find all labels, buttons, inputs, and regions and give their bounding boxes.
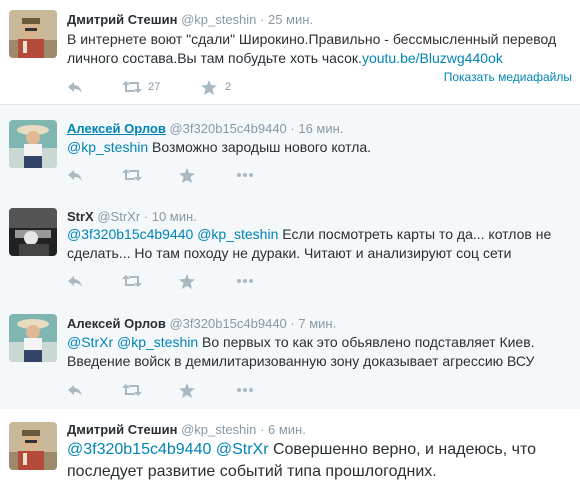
favorite-count: 2 <box>225 81 232 93</box>
tweet-text: В интернете воют "сдали" Широкино.Правил… <box>67 30 572 68</box>
author-handle[interactable]: @StrXr <box>97 209 140 224</box>
tweet-timestamp[interactable]: · 25 мин. <box>260 12 313 27</box>
author-handle[interactable]: @3f320b15c4b9440 <box>169 316 286 331</box>
reply-icon <box>68 276 82 287</box>
tweet[interactable]: Алексей Орлов @3f320b15c4b9440 · 7 мин. … <box>0 300 580 409</box>
retweet-icon <box>122 384 142 396</box>
tweet-text: @3f320b15c4b9440 @kp_steshin Если посмот… <box>67 225 572 263</box>
retweet-icon <box>122 169 142 181</box>
reply-icon <box>68 82 82 93</box>
tweet-timestamp[interactable]: · 16 мин. <box>290 121 343 136</box>
mention-link[interactable]: @kp_steshin <box>197 226 278 242</box>
author-name[interactable]: Дмитрий Стешин <box>67 422 177 437</box>
tweet-focused[interactable]: Дмитрий Стешин @kp_steshin · 6 мин. @3f3… <box>0 409 580 490</box>
tweet-text: @kp_steshin Возможно зародыш нового котл… <box>67 138 572 157</box>
author-name[interactable]: Дмитрий Стешин <box>67 12 177 27</box>
more-dots-icon <box>237 173 253 177</box>
avatar[interactable] <box>9 208 57 256</box>
tweet-actions <box>67 166 267 184</box>
tweet-text: @3f320b15c4b9440 @StrXr Совершенно верно… <box>67 439 572 483</box>
author-handle[interactable]: @kp_steshin <box>181 12 256 27</box>
avatar[interactable] <box>9 120 57 168</box>
mention-link[interactable]: @StrXr <box>216 441 269 458</box>
mention-link[interactable]: @kp_steshin <box>67 139 148 155</box>
retweet-icon <box>122 81 142 93</box>
avatar[interactable] <box>9 314 57 362</box>
tweet[interactable]: Дмитрий Стешин @kp_steshin · 25 мин. В и… <box>0 0 580 105</box>
mention-link[interactable]: @3f320b15c4b9440 <box>67 441 211 458</box>
tweet-timestamp[interactable]: · 10 мин. <box>144 209 197 224</box>
star-icon <box>179 274 195 289</box>
tweet-timestamp[interactable]: · 7 мин. <box>290 316 336 331</box>
star-icon <box>179 383 195 398</box>
avatar[interactable] <box>9 422 57 470</box>
retweet-count: 27 <box>148 81 161 93</box>
author-name[interactable]: Алексей Орлов <box>67 121 166 136</box>
tweet-text: @StrXr @kp_steshin Во первых то как это … <box>67 333 572 371</box>
star-icon <box>201 80 217 95</box>
more-dots-icon <box>237 279 253 283</box>
tweet-actions <box>67 272 267 290</box>
mention-link[interactable]: @3f320b15c4b9440 <box>67 226 193 242</box>
tweet-url[interactable]: youtu.be/Bluzwg440ok <box>362 50 503 66</box>
author-name[interactable]: Алексей Орлов <box>67 316 166 331</box>
mention-link[interactable]: @kp_steshin <box>117 334 198 350</box>
tweet[interactable]: Алексей Орлов @3f320b15c4b9440 · 16 мин.… <box>0 105 580 196</box>
author-name[interactable]: StrX <box>67 209 94 224</box>
reply-icon <box>68 385 82 396</box>
avatar[interactable] <box>9 10 57 58</box>
tweet-actions <box>67 381 267 399</box>
star-icon <box>179 168 195 183</box>
retweet-icon <box>122 275 142 287</box>
tweet[interactable]: StrX @StrXr · 10 мин. @3f320b15c4b9440 @… <box>0 196 580 300</box>
mention-link[interactable]: @StrXr <box>67 334 113 350</box>
tweet-timestamp[interactable]: · 6 мин. <box>260 422 306 437</box>
author-handle[interactable]: @3f320b15c4b9440 <box>169 121 286 136</box>
tweet-actions: 27 2 <box>67 78 267 96</box>
show-media-link[interactable]: Показать медиафайлы <box>444 70 572 84</box>
more-dots-icon <box>237 388 253 392</box>
author-handle[interactable]: @kp_steshin <box>181 422 256 437</box>
reply-icon <box>68 170 82 181</box>
tweet-body: Возможно зародыш нового котла. <box>148 139 372 155</box>
